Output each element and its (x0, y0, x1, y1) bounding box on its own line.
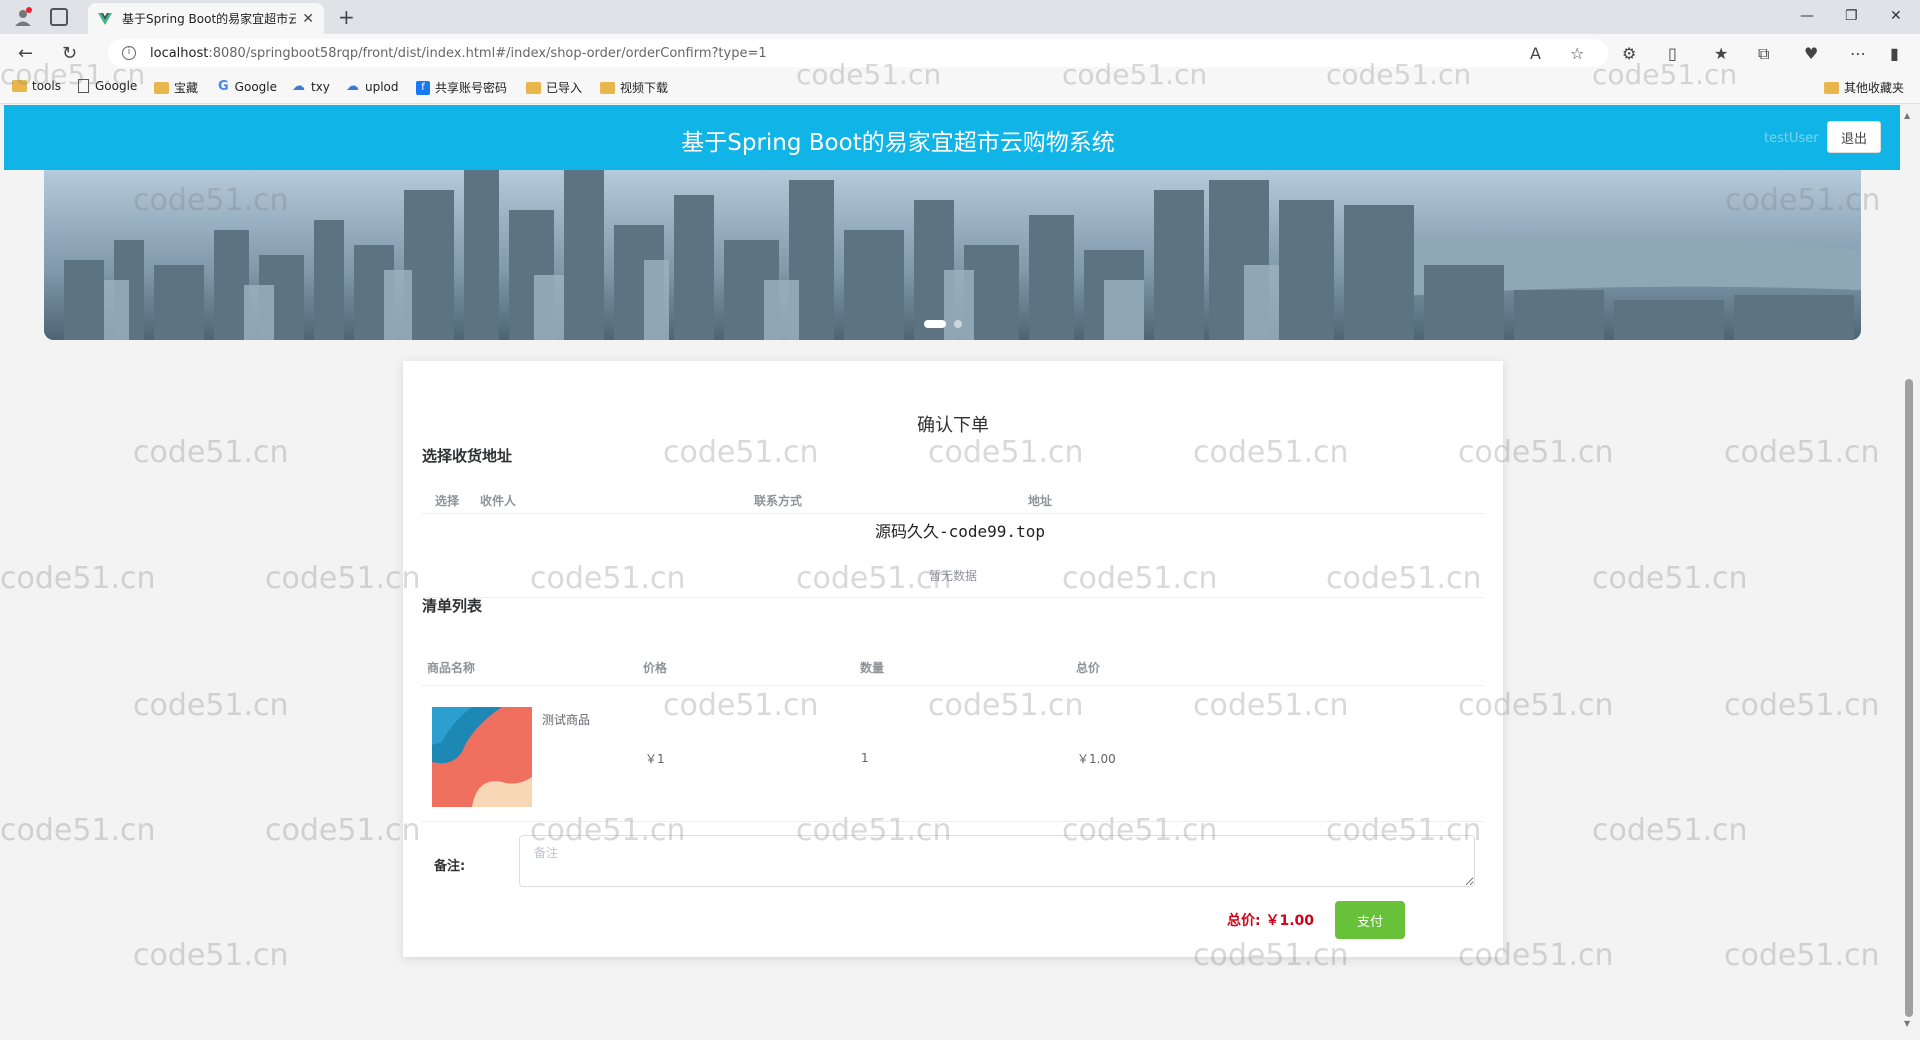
scroll-down-icon[interactable]: ▼ (1904, 1019, 1910, 1028)
cloud-icon: ☁ (346, 79, 359, 94)
username: testUser (1764, 131, 1819, 146)
browser-essentials-icon[interactable]: ♥ (1804, 44, 1818, 63)
shared-icon: f (416, 80, 430, 95)
address-col-recipient: 收件人 (480, 494, 517, 508)
url-path: :8080/springboot58rqp/front/dist/index.h… (208, 45, 767, 61)
collections-icon[interactable]: ⧉ (1758, 44, 1769, 64)
list-col-price: 价格 (643, 661, 668, 675)
divider (422, 685, 1484, 686)
restore-icon[interactable]: ❐ (1845, 8, 1858, 24)
page-icon (78, 79, 89, 93)
carousel-dot[interactable] (924, 320, 946, 328)
vue-favicon-icon (98, 12, 112, 25)
profile-icon[interactable] (12, 6, 34, 28)
bookmark-uplod[interactable]: ☁ uplod (346, 79, 399, 94)
reload-icon[interactable]: ↻ (62, 43, 77, 64)
bookmark-treasure[interactable]: 宝藏 (154, 79, 198, 96)
folder-icon (600, 81, 615, 94)
address-col-address: 地址 (1028, 494, 1053, 508)
address-bar-row: ← ↻ i localhost:8080/springboot58rqp/fro… (0, 34, 1920, 72)
browser-tab[interactable]: 基于Spring Boot的易家宜超市云 ✕ (88, 3, 324, 34)
more-menu-icon[interactable]: ⋯ (1850, 44, 1866, 63)
browser-tab-bar: 基于Spring Boot的易家宜超市云 ✕ + — ❐ ✕ (0, 0, 1920, 34)
site-info-icon[interactable]: i (122, 46, 136, 60)
product-qty: 1 (861, 751, 869, 765)
remark-input[interactable] (519, 835, 1475, 887)
order-confirm-card: 确认下单 选择收货地址 选择 收件人 联系方式 地址 暂无数据 清单列表 商品名… (403, 361, 1503, 957)
address-section-title: 选择收货地址 (422, 447, 513, 465)
close-window-icon[interactable]: ✕ (1890, 8, 1902, 24)
folder-icon (12, 80, 27, 92)
list-col-name: 商品名称 (427, 661, 476, 675)
divider (422, 513, 1484, 514)
web-page: 基于Spring Boot的易家宜超市云购物系统 testUser 退出 确认下… (4, 105, 1900, 1040)
minimize-icon[interactable]: — (1800, 8, 1814, 24)
list-section-title: 清单列表 (422, 597, 483, 615)
tab-actions-icon[interactable] (50, 8, 68, 26)
logout-button[interactable]: 退出 (1827, 121, 1881, 153)
extensions-icon[interactable]: ⚙ (1622, 44, 1636, 63)
product-name: 测试商品 (542, 713, 591, 727)
carousel-indicators (924, 320, 962, 328)
split-screen-icon[interactable]: ▯ (1668, 44, 1677, 63)
carousel-dot[interactable] (954, 320, 962, 328)
folder-icon (1824, 81, 1839, 94)
remark-label: 备注: (434, 859, 466, 874)
new-tab-icon[interactable]: + (338, 5, 355, 29)
product-image[interactable] (432, 707, 532, 807)
list-col-total: 总价 (1076, 661, 1101, 675)
folder-icon (154, 81, 169, 94)
product-price: ￥1 (645, 752, 665, 766)
back-icon[interactable]: ← (18, 43, 33, 64)
address-empty-text: 暂无数据 (928, 569, 977, 583)
page-scrollbar[interactable]: ▲ ▼ (1902, 105, 1916, 1035)
url-input[interactable]: i localhost:8080/springboot58rqp/front/d… (108, 39, 1608, 67)
site-title: 基于Spring Boot的易家宜超市云购物系统 (681, 130, 1115, 156)
bookmarks-bar: tools Google 宝藏 G Google ☁ txy ☁ uplod f 共享账… (0, 72, 1920, 104)
close-tab-icon[interactable]: ✕ (302, 11, 314, 27)
card-title: 确认下单 (917, 415, 989, 436)
pay-button[interactable]: 支付 (1335, 901, 1405, 939)
favorite-star-icon[interactable]: ☆ (1570, 44, 1584, 63)
divider (422, 821, 1484, 822)
favorites-icon[interactable]: ★ (1714, 44, 1728, 63)
scroll-up-icon[interactable]: ▲ (1904, 111, 1910, 120)
divider (422, 597, 1484, 598)
bookmark-google[interactable]: G Google (218, 79, 277, 94)
address-col-phone: 联系方式 (754, 494, 803, 508)
sidebar-icon[interactable]: ▮ (1890, 44, 1899, 63)
bookmark-google-page[interactable]: Google (78, 79, 137, 93)
site-header: 基于Spring Boot的易家宜超市云购物系统 testUser 退出 (4, 105, 1900, 170)
list-col-qty: 数量 (860, 661, 885, 675)
bookmark-other[interactable]: 其他收藏夹 (1824, 79, 1904, 96)
tab-title: 基于Spring Boot的易家宜超市云 (122, 12, 297, 26)
order-total: 总价: ￥1.00 (1227, 913, 1315, 929)
bookmark-tools[interactable]: tools (12, 79, 61, 93)
city-skyline-image (44, 170, 1861, 340)
banner-carousel[interactable] (44, 170, 1861, 340)
bookmark-video-download[interactable]: 视频下载 (600, 79, 668, 96)
url-host: localhost (150, 45, 209, 61)
address-col-select: 选择 (435, 494, 460, 508)
product-total: ￥1.00 (1077, 752, 1116, 766)
google-icon: G (218, 79, 229, 94)
scrollbar-thumb[interactable] (1905, 379, 1913, 1017)
read-aloud-icon[interactable]: A (1530, 44, 1541, 63)
bookmark-imported[interactable]: 已导入 (526, 79, 582, 96)
cloud-icon: ☁ (292, 79, 305, 94)
bookmark-shared-accounts[interactable]: f 共享账号密码 (416, 79, 507, 96)
bookmark-txy[interactable]: ☁ txy (292, 79, 330, 94)
folder-icon (526, 81, 541, 94)
